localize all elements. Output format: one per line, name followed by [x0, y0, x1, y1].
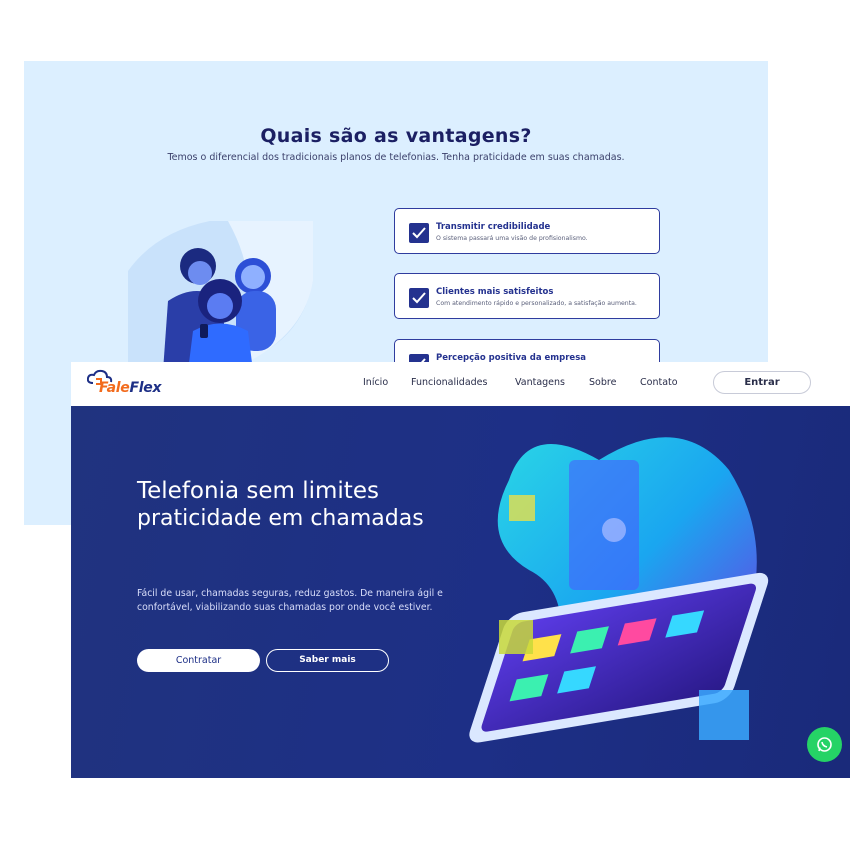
navbar: FaleFlex Início Funcionalidades Vantagen…: [71, 362, 850, 406]
hero-title: Telefonia sem limites praticidade em cha…: [137, 478, 457, 532]
feature-card-satisfaction: Clientes mais satisfeitos Com atendiment…: [394, 273, 660, 319]
login-button[interactable]: Entrar: [713, 371, 811, 394]
nav-link-sobre[interactable]: Sobre: [589, 377, 616, 388]
nav-link-contato[interactable]: Contato: [640, 377, 678, 388]
saber-mais-button[interactable]: Saber mais: [266, 649, 389, 672]
whatsapp-button[interactable]: [807, 727, 842, 762]
people-illustration: [128, 221, 313, 371]
checkbox-check-icon: [409, 223, 429, 243]
feature-title: Transmitir credibilidade: [436, 222, 551, 232]
hero-description: Fácil de usar, chamadas seguras, reduz g…: [137, 588, 443, 613]
hero-banner: Telefonia sem limites praticidade em cha…: [71, 406, 850, 778]
feature-title: Clientes mais satisfeitos: [436, 287, 554, 297]
logo[interactable]: FaleFlex: [87, 369, 177, 399]
nav-link-vantagens[interactable]: Vantagens: [515, 377, 565, 388]
contratar-button[interactable]: Contratar: [137, 649, 260, 672]
hero-title-line2: praticidade em chamadas: [137, 506, 424, 531]
checkbox-check-icon: [409, 288, 429, 308]
advantages-title: Quais são as vantagens?: [260, 125, 532, 147]
advantages-subtitle: Temos o diferencial dos tradicionais pla…: [167, 152, 625, 163]
feature-description: O sistema passará uma visão de profision…: [436, 235, 588, 242]
nav-link-inicio[interactable]: Início: [363, 377, 388, 388]
feature-card-credibility: Transmitir credibilidade O sistema passa…: [394, 208, 660, 254]
hero-title-line1: Telefonia sem limites: [137, 478, 379, 504]
nav-link-funcionalidades[interactable]: Funcionalidades: [411, 377, 487, 388]
whatsapp-icon: [817, 737, 832, 752]
feature-description: Com atendimento rápido e personalizado, …: [436, 300, 637, 307]
smartphone-illustration: [469, 437, 769, 743]
logo-text: FaleFlex: [99, 380, 162, 396]
hero-page: FaleFlex Início Funcionalidades Vantagen…: [71, 362, 850, 778]
